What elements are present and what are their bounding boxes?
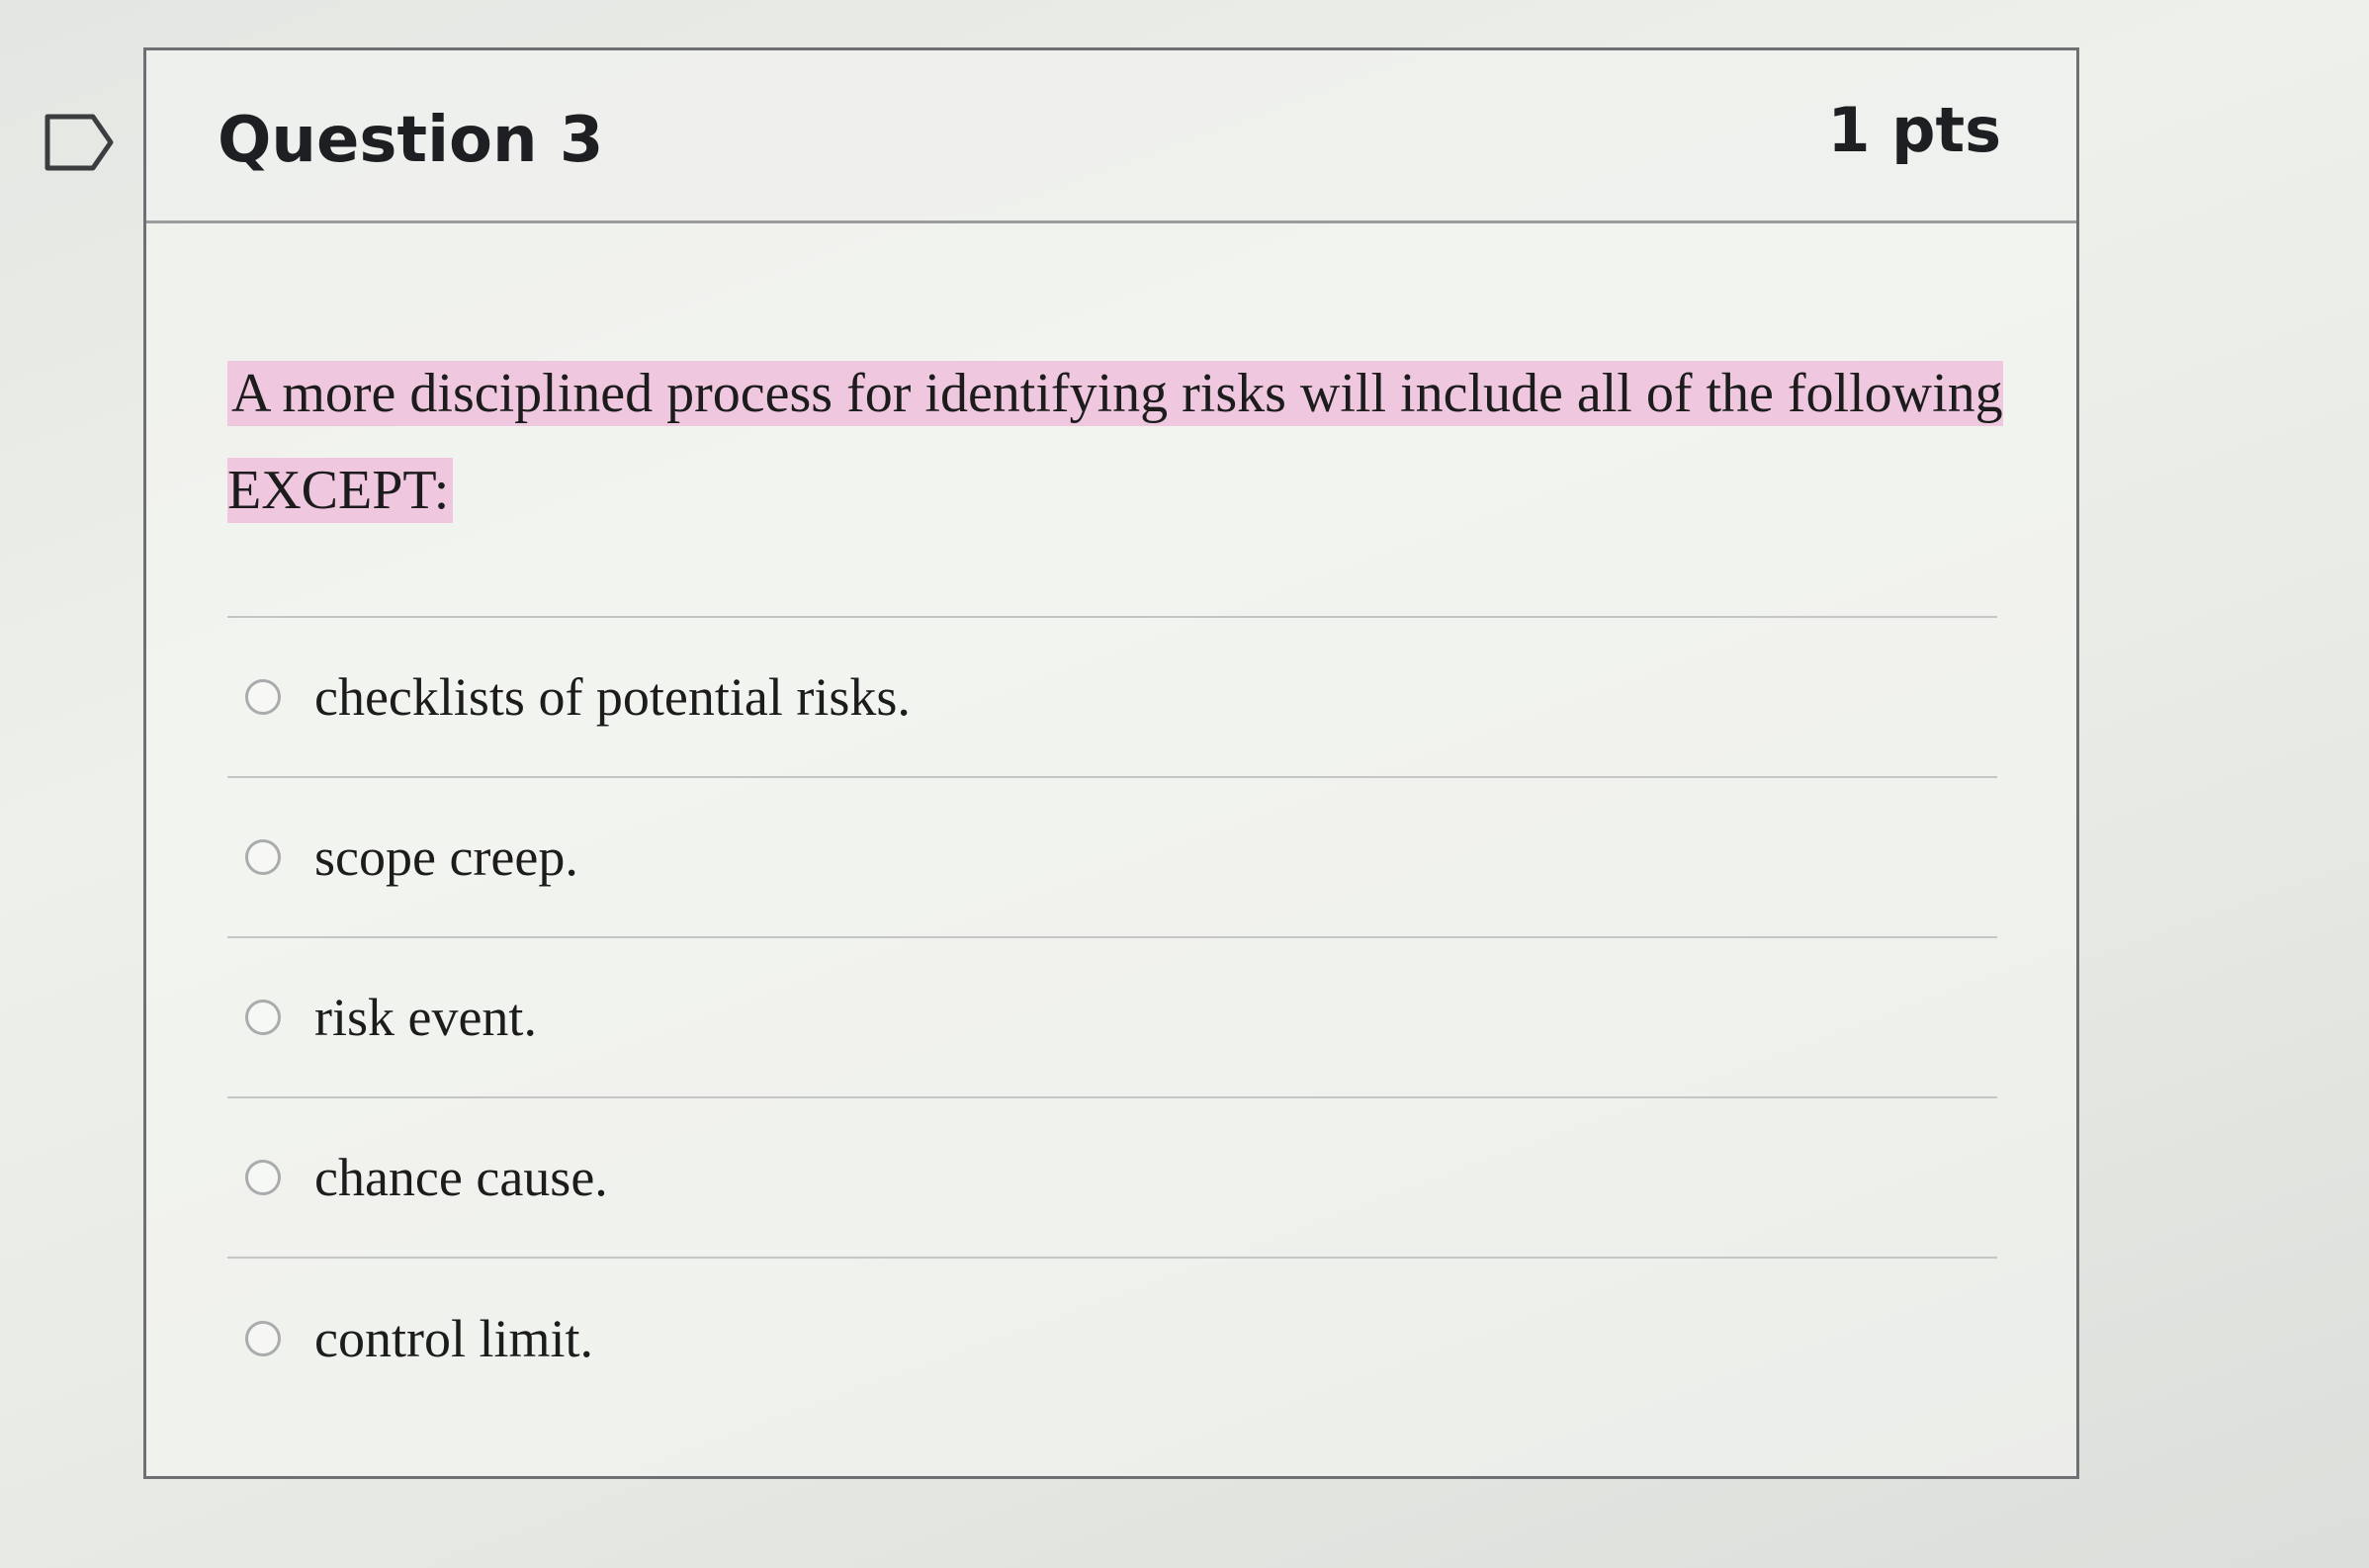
radio-button[interactable] <box>245 679 281 715</box>
question-prompt-text: A more disciplined process for identifyi… <box>227 361 2003 523</box>
answer-label: risk event. <box>314 988 537 1047</box>
question-points: 1 pts <box>1827 94 2001 166</box>
answer-option[interactable]: checklists of potential risks. <box>227 618 1997 778</box>
flag-question-icon[interactable] <box>44 111 115 174</box>
answer-label: chance cause. <box>314 1148 608 1207</box>
answer-option[interactable]: chance cause. <box>227 1098 1997 1259</box>
question-prompt: A more disciplined process for identifyi… <box>227 345 2007 539</box>
answer-label: checklists of potential risks. <box>314 667 911 727</box>
question-card: Question 3 1 pts A more disciplined proc… <box>143 47 2079 1479</box>
radio-button[interactable] <box>245 839 281 875</box>
answer-option[interactable]: scope creep. <box>227 778 1997 938</box>
answer-option[interactable]: risk event. <box>227 938 1997 1098</box>
radio-button[interactable] <box>245 1321 281 1356</box>
radio-button[interactable] <box>245 1160 281 1195</box>
radio-button[interactable] <box>245 1000 281 1035</box>
answer-label: control limit. <box>314 1309 593 1368</box>
answer-list: checklists of potential risks. scope cre… <box>227 616 1997 1419</box>
question-header: Question 3 1 pts <box>146 50 2076 223</box>
answer-label: scope creep. <box>314 828 578 887</box>
question-title: Question 3 <box>218 104 604 177</box>
answer-option[interactable]: control limit. <box>227 1259 1997 1419</box>
